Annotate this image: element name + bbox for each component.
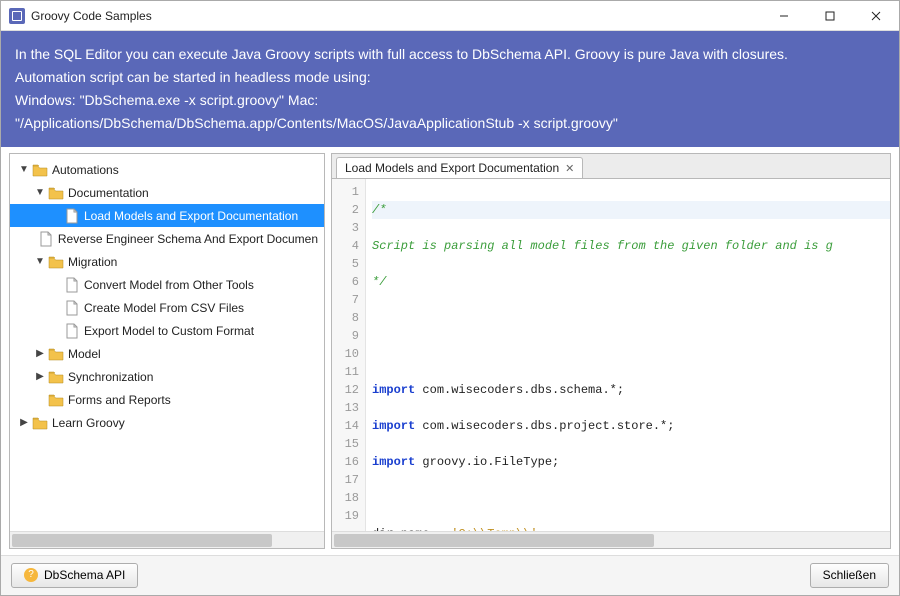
titlebar: Groovy Code Samples xyxy=(1,1,899,31)
chevron-right-icon[interactable]: ▶ xyxy=(18,417,30,428)
button-label: Schließen xyxy=(823,568,876,582)
folder-icon xyxy=(48,392,64,408)
tree-node-learn[interactable]: ▶ Learn Groovy xyxy=(10,411,324,434)
code-line xyxy=(372,345,890,363)
editor-panel: Load Models and Export Documentation ✕ 1… xyxy=(331,153,891,549)
tree-label: Migration xyxy=(68,255,117,269)
line-gutter: 12345678910111213141516171819 xyxy=(332,179,366,531)
window-maximize-button[interactable] xyxy=(807,1,853,31)
code-line: /* xyxy=(372,203,386,217)
tree-label: Documentation xyxy=(68,186,149,200)
editor-tabs: Load Models and Export Documentation ✕ xyxy=(332,154,890,178)
tree-node-export-custom[interactable]: Export Model to Custom Format xyxy=(10,319,324,342)
chevron-right-icon[interactable]: ▶ xyxy=(34,348,46,359)
tree-node-migration[interactable]: ▼ Migration xyxy=(10,250,324,273)
code-line: import com.wisecoders.dbs.project.store.… xyxy=(372,417,890,435)
chevron-down-icon[interactable]: ▼ xyxy=(34,187,46,198)
chevron-right-icon[interactable]: ▶ xyxy=(34,371,46,382)
close-icon[interactable]: ✕ xyxy=(565,162,574,175)
dbschema-api-button[interactable]: ? DbSchema API xyxy=(11,563,138,588)
scrollbar-thumb[interactable] xyxy=(12,534,272,547)
tree-label: Model xyxy=(68,347,101,361)
button-label: DbSchema API xyxy=(44,568,125,582)
code-line: Script is parsing all model files from t… xyxy=(372,239,833,253)
file-icon xyxy=(38,231,54,247)
editor-tab[interactable]: Load Models and Export Documentation ✕ xyxy=(336,157,583,178)
tree-node-automations[interactable]: ▼ Automations xyxy=(10,158,324,181)
main-body: ▼ Automations ▼ Documentation Load Model… xyxy=(1,147,899,555)
tree-node-load-models[interactable]: Load Models and Export Documentation xyxy=(10,204,324,227)
tree-node-forms[interactable]: Forms and Reports xyxy=(10,388,324,411)
tree-label: Reverse Engineer Schema And Export Docum… xyxy=(58,232,318,246)
file-icon xyxy=(64,323,80,339)
app-window: Groovy Code Samples In the SQL Editor yo… xyxy=(0,0,900,596)
info-banner: In the SQL Editor you can execute Java G… xyxy=(1,31,899,147)
code-line: import com.wisecoders.dbs.schema.*; xyxy=(372,381,890,399)
tree-label: Automations xyxy=(52,163,119,177)
code-line: */ xyxy=(372,275,386,289)
folder-icon xyxy=(32,415,48,431)
sample-tree[interactable]: ▼ Automations ▼ Documentation Load Model… xyxy=(10,154,324,531)
code-line xyxy=(372,309,890,327)
window-minimize-button[interactable] xyxy=(761,1,807,31)
tree-node-documentation[interactable]: ▼ Documentation xyxy=(10,181,324,204)
tree-label: Create Model From CSV Files xyxy=(84,301,244,315)
code-area[interactable]: /* Script is parsing all model files fro… xyxy=(366,179,890,531)
code-line xyxy=(372,489,890,507)
folder-icon xyxy=(32,162,48,178)
file-icon xyxy=(64,208,80,224)
tree-horizontal-scrollbar[interactable] xyxy=(10,531,324,548)
banner-line: "/Applications/DbSchema/DbSchema.app/Con… xyxy=(15,112,885,135)
folder-icon xyxy=(48,254,64,270)
code-editor[interactable]: 12345678910111213141516171819 /* Script … xyxy=(332,178,890,531)
tree-node-convert[interactable]: Convert Model from Other Tools xyxy=(10,273,324,296)
banner-line: Windows: "DbSchema.exe -x script.groovy"… xyxy=(15,89,885,112)
tree-node-create-csv[interactable]: Create Model From CSV Files xyxy=(10,296,324,319)
close-button[interactable]: Schließen xyxy=(810,563,889,588)
window-title: Groovy Code Samples xyxy=(31,9,152,23)
tree-label: Export Model to Custom Format xyxy=(84,324,254,338)
app-icon xyxy=(9,8,25,24)
chevron-down-icon[interactable]: ▼ xyxy=(18,164,30,175)
file-icon xyxy=(64,300,80,316)
tree-node-reverse-engineer[interactable]: Reverse Engineer Schema And Export Docum… xyxy=(10,227,324,250)
tree-node-model[interactable]: ▶ Model xyxy=(10,342,324,365)
code-line: import groovy.io.FileType; xyxy=(372,453,890,471)
help-icon: ? xyxy=(24,568,38,582)
tree-label: Forms and Reports xyxy=(68,393,171,407)
folder-icon xyxy=(48,185,64,201)
window-close-button[interactable] xyxy=(853,1,899,31)
banner-line: In the SQL Editor you can execute Java G… xyxy=(15,43,885,66)
footer-bar: ? DbSchema API Schließen xyxy=(1,555,899,595)
tree-label: Synchronization xyxy=(68,370,153,384)
folder-icon xyxy=(48,346,64,362)
tree-label: Convert Model from Other Tools xyxy=(84,278,254,292)
tree-label: Load Models and Export Documentation xyxy=(84,209,298,223)
scrollbar-thumb[interactable] xyxy=(334,534,654,547)
editor-horizontal-scrollbar[interactable] xyxy=(332,531,890,548)
tree-panel: ▼ Automations ▼ Documentation Load Model… xyxy=(9,153,325,549)
tree-node-sync[interactable]: ▶ Synchronization xyxy=(10,365,324,388)
banner-line: Automation script can be started in head… xyxy=(15,66,885,89)
chevron-down-icon[interactable]: ▼ xyxy=(34,256,46,267)
folder-icon xyxy=(48,369,64,385)
tab-label: Load Models and Export Documentation xyxy=(345,161,559,175)
file-icon xyxy=(64,277,80,293)
tree-label: Learn Groovy xyxy=(52,416,125,430)
